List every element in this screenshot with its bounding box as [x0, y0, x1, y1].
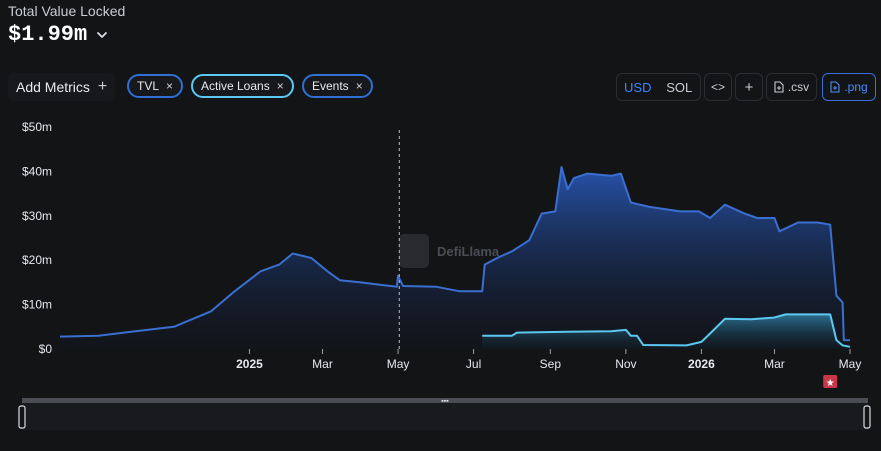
series-line-tvl[interactable]	[59, 166, 851, 342]
csv-label: .csv	[787, 80, 810, 94]
series-area-active-loans	[482, 314, 850, 349]
plus-icon: +	[97, 78, 108, 95]
file-icon	[830, 81, 840, 93]
embed-button[interactable]: <>	[704, 73, 732, 101]
x-tick-label: 2025	[236, 357, 263, 371]
currency-sol-option[interactable]: SOL	[659, 80, 701, 95]
brush-grip-icon: ▪▪▪	[441, 398, 449, 405]
close-icon[interactable]: ×	[166, 79, 173, 93]
llama-logo-icon	[399, 234, 429, 268]
brush-left-handle[interactable]	[18, 405, 26, 429]
close-icon[interactable]: ×	[356, 79, 363, 93]
file-icon	[774, 81, 784, 93]
currency-usd-option[interactable]: USD	[617, 80, 659, 95]
watermark-text: DefiLlama	[437, 244, 500, 259]
chart-toolbar: Add Metrics + TVL × Active Loans × Event…	[0, 73, 881, 101]
x-tick-label: 2026	[688, 357, 715, 371]
x-axis: 2025 Mar May Jul Sep Nov 2026 Mar May	[236, 349, 861, 371]
x-tick-label: May	[387, 357, 410, 371]
star-icon: ★	[826, 378, 835, 389]
y-tick-label: $50m	[22, 120, 52, 134]
download-csv-button[interactable]: .csv	[766, 73, 817, 101]
metric-pill-tvl[interactable]: TVL ×	[127, 74, 184, 98]
png-label: .png	[844, 80, 868, 94]
add-metrics-button[interactable]: Add Metrics +	[8, 73, 116, 101]
series-area-tvl	[60, 167, 850, 349]
y-tick-label: $20m	[22, 253, 52, 267]
events-layer: ★	[398, 130, 838, 389]
close-icon[interactable]: ×	[277, 79, 284, 93]
brush-right-handle[interactable]	[863, 405, 871, 429]
y-tick-label: $40m	[22, 164, 52, 178]
chart-series	[59, 166, 851, 349]
y-axis: $0 $10m $20m $30m $40m $50m	[22, 120, 52, 356]
tvl-chart[interactable]: $0 $10m $20m $30m $40m $50m 2025 Mar May Jul Sep N…	[0, 0, 881, 451]
add-chart-button[interactable]: +	[735, 73, 763, 101]
metric-pill-label: Events	[312, 79, 349, 93]
series-line-active-loans[interactable]	[482, 313, 851, 348]
y-tick-label: $10m	[22, 298, 52, 312]
add-metrics-label: Add Metrics	[16, 79, 90, 95]
watermark: DefiLlama	[399, 234, 500, 268]
chart-title: Total Value Locked	[8, 3, 126, 19]
code-icon: <>	[710, 80, 725, 94]
x-tick-label: Nov	[615, 357, 636, 371]
chevron-down-icon[interactable]	[95, 28, 109, 42]
x-tick-label: Sep	[540, 357, 562, 371]
x-tick-label: Jul	[466, 357, 481, 371]
metric-pill-label: Active Loans	[201, 79, 270, 93]
brush-track	[22, 398, 868, 403]
x-tick-label: Mar	[764, 357, 785, 371]
metric-pill-active-loans[interactable]: Active Loans ×	[191, 74, 294, 98]
currency-toggle: USD SOL	[616, 73, 701, 101]
tvl-value[interactable]: $1.99m	[8, 22, 109, 47]
range-brush[interactable]: ▪▪▪	[18, 398, 871, 430]
download-png-button[interactable]: .png	[822, 73, 876, 101]
y-tick-label: $0	[39, 342, 53, 356]
x-tick-label: Mar	[312, 357, 333, 371]
plus-icon: +	[744, 78, 754, 96]
y-tick-label: $30m	[22, 209, 52, 223]
event-marker[interactable]	[823, 375, 838, 388]
metric-pill-label: TVL	[137, 79, 160, 93]
metric-pill-events[interactable]: Events ×	[302, 74, 373, 98]
x-tick-label: May	[839, 357, 862, 371]
brush-area	[22, 403, 868, 430]
tvl-value-text: $1.99m	[8, 22, 88, 47]
